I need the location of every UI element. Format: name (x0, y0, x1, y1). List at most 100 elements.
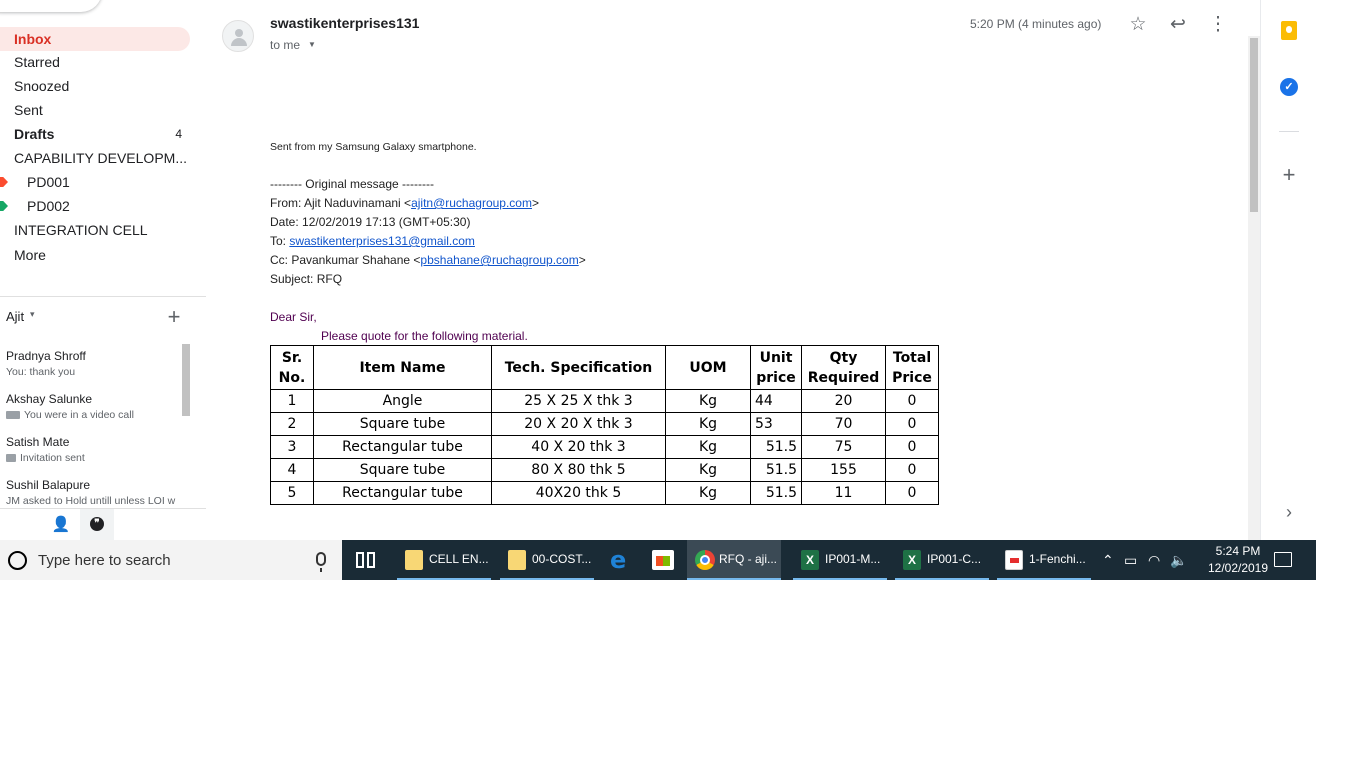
person-icon[interactable]: 👤 (44, 509, 78, 540)
taskbar-app[interactable]: RFQ - aji... (687, 540, 781, 580)
keep-icon[interactable] (1281, 21, 1297, 40)
nav-inbox[interactable]: Inbox (0, 27, 190, 51)
taskbar-app-label: IP001-M... (825, 552, 881, 566)
col-sr-line1: Sr. (281, 349, 303, 366)
chat-contact-name: Akshay Salunke (6, 392, 93, 406)
clock-time[interactable]: 5:24 PM (1206, 544, 1270, 558)
search-placeholder[interactable]: Type here to search (38, 552, 171, 569)
to-line: To: swastikenterprises131@gmail.com (270, 234, 475, 248)
edge-icon[interactable]: e (610, 548, 632, 572)
running-indicator (793, 578, 887, 580)
system-tray: ⌃ ▭ ◠ 🔈 5:24 PM 12/02/2019 (1098, 540, 1316, 580)
chat-item[interactable]: Sushil Balapure JM asked to Hold untill … (6, 478, 186, 507)
chat-item[interactable]: Satish Mate Invitation sent (6, 435, 186, 464)
nav-label-pd001[interactable]: PD001 (0, 170, 190, 194)
col-unit-line1: Unit (759, 349, 793, 366)
cc-suffix: > (578, 253, 586, 267)
chat-scrollbar[interactable] (182, 344, 190, 416)
cell-sr: 3 (270, 435, 314, 459)
chevron-down-icon[interactable]: ▾ (30, 309, 35, 320)
microphone-icon[interactable] (316, 552, 326, 572)
taskbar-app-label: CELL EN... (429, 552, 489, 566)
main-scrollbar[interactable] (1248, 36, 1260, 540)
volume-icon[interactable]: 🔈 (1170, 550, 1187, 570)
cell-qty: 70 (801, 412, 886, 436)
taskbar-search[interactable]: Type here to search (0, 540, 342, 580)
running-indicator (397, 578, 491, 580)
nav-label-integration[interactable]: INTEGRATION CELL (0, 218, 190, 242)
nav-snoozed[interactable]: Snoozed (0, 74, 190, 98)
add-icon[interactable]: + (1279, 163, 1299, 187)
nav-starred[interactable]: Starred (0, 50, 190, 74)
chat-item[interactable]: Pradnya Shroff You: thank you (6, 349, 186, 378)
avatar[interactable] (222, 20, 254, 52)
nav-drafts[interactable]: Drafts 4 (0, 122, 190, 146)
notifications-icon[interactable] (1274, 552, 1292, 567)
request-text: Please quote for the following material. (321, 329, 528, 343)
cell-total: 0 (885, 435, 939, 459)
col-qty-line1: Qty (829, 349, 858, 366)
col-total-line2: Price (892, 369, 932, 386)
to-email-link[interactable]: swastikenterprises131@gmail.com (289, 234, 475, 248)
subject-line: Subject: RFQ (270, 272, 343, 286)
tasks-icon[interactable]: ✓ (1280, 78, 1298, 96)
nav-more[interactable]: More (0, 243, 190, 267)
clock-date[interactable]: 12/02/2019 (1198, 561, 1278, 575)
recipient-details[interactable]: to me (270, 38, 300, 52)
side-panel-divider (1279, 131, 1299, 132)
cell-sr: 2 (270, 412, 314, 436)
chevron-down-icon[interactable]: ▼ (308, 40, 316, 49)
cell-item: Angle (313, 389, 492, 413)
taskbar-app[interactable]: CELL EN... (397, 540, 491, 580)
from-suffix: > (531, 196, 539, 210)
cell-item: Rectangular tube (313, 481, 492, 505)
taskbar-app[interactable]: 00-COST... (500, 540, 594, 580)
taskbar-app-label: IP001-C... (927, 552, 982, 566)
col-total: Total Price (885, 345, 939, 390)
hangouts-tab[interactable]: ❞ (80, 509, 114, 540)
from-text: From: Ajit Naduvinamani < (270, 196, 412, 210)
nav-label-capability[interactable]: CAPABILITY DEVELOPM... (0, 146, 190, 170)
nav-starred-label: Starred (14, 54, 60, 70)
battery-icon[interactable]: ▭ (1124, 550, 1137, 570)
taskbar: Type here to search CELL EN... 00-COST..… (0, 540, 1316, 580)
taskbar-app[interactable]: 1-Fenchi... (997, 540, 1091, 580)
sender-name[interactable]: swastikenterprises131 (270, 15, 419, 31)
col-unit: Unit price (750, 345, 802, 390)
chevron-up-icon[interactable]: ⌃ (1102, 550, 1114, 570)
taskbar-app[interactable]: X IP001-C... (895, 540, 989, 580)
running-indicator (997, 578, 1091, 580)
date-line: Date: 12/02/2019 17:13 (GMT+05:30) (270, 215, 471, 229)
cell-spec: 40 X 20 thk 3 (491, 435, 666, 459)
store-icon[interactable] (652, 550, 674, 570)
cc-text: Cc: Pavankumar Shahane < (270, 253, 421, 267)
cell-unit: 53 (750, 412, 802, 436)
chat-preview: JM asked to Hold untill unless LOI w (6, 495, 186, 507)
chat-preview: You were in a video call (6, 409, 186, 421)
reply-icon[interactable]: ↩ (1165, 12, 1191, 38)
more-vert-icon[interactable]: ⋮ (1205, 12, 1231, 38)
task-view-icon[interactable] (354, 540, 378, 580)
cc-email-link[interactable]: pbshahane@ruchagroup.com (420, 253, 578, 267)
table-header-row: Sr. No. Item Name Tech. Specification UOM… (270, 345, 939, 390)
nav-label-pd002[interactable]: PD002 (0, 194, 190, 218)
cortana-icon[interactable] (8, 551, 27, 570)
nav-sent[interactable]: Sent (0, 98, 190, 122)
chat-item[interactable]: Akshay Salunke You were in a video call (6, 392, 186, 421)
chat-preview-text: JM asked to Hold untill unless LOI w (6, 495, 176, 507)
compose-button[interactable] (0, 0, 102, 12)
chat-user-name[interactable]: Ajit (6, 309, 24, 324)
chat-contact-name: Satish Mate (6, 435, 70, 449)
nav-more-label: More (14, 247, 46, 263)
col-unit-line2: price (756, 369, 796, 386)
wifi-icon[interactable]: ◠ (1148, 550, 1160, 570)
add-chat-icon[interactable]: + (164, 306, 184, 328)
label-tag-icon (0, 201, 8, 211)
star-icon[interactable]: ☆ (1125, 12, 1151, 38)
chat-preview: Invitation sent (6, 452, 186, 464)
chevron-right-icon[interactable]: › (1279, 500, 1299, 524)
chat-contact-name: Pradnya Shroff (6, 349, 86, 363)
from-email-link[interactable]: ajitn@ruchagroup.com (411, 196, 532, 210)
main-scroll-thumb[interactable] (1250, 38, 1258, 212)
taskbar-app[interactable]: X IP001-M... (793, 540, 887, 580)
